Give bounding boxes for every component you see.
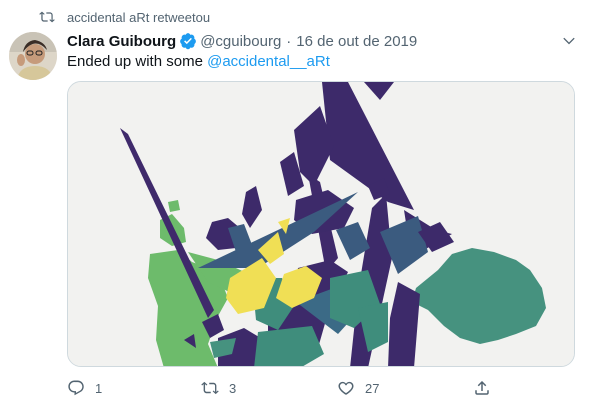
abstract-art-image (68, 82, 574, 366)
retweet-icon (201, 381, 219, 395)
reply-button[interactable]: 1 (67, 377, 102, 399)
tweet-card[interactable]: accidental aRt retweetou Clara Guibourg … (0, 0, 591, 413)
author-handle[interactable]: @cguibourg (200, 33, 281, 50)
retweet-text[interactable]: accidental aRt retweetou (67, 10, 210, 25)
chevron-down-icon[interactable] (561, 33, 577, 49)
share-icon (475, 380, 489, 395)
retweet-button[interactable]: 3 (201, 377, 236, 399)
heart-icon (338, 381, 354, 395)
verified-badge-icon (180, 33, 197, 50)
reply-icon (68, 380, 84, 396)
avatar[interactable] (9, 32, 57, 80)
like-count: 27 (365, 380, 380, 396)
retweet-indicator: accidental aRt retweetou (39, 8, 210, 26)
share-button[interactable] (473, 377, 501, 399)
retweet-icon (39, 11, 55, 23)
retweet-count: 3 (229, 380, 237, 396)
mention-link[interactable]: @accidental__aRt (207, 53, 330, 70)
tweet-header: Clara Guibourg @cguibourg · 16 de out de… (67, 31, 581, 51)
tweet-text-prefix: Ended up with some (67, 53, 208, 70)
separator-dot: · (286, 32, 292, 50)
like-button[interactable]: 27 (337, 377, 379, 399)
tweet-actions: 1 3 27 (67, 377, 591, 399)
tweet-text: Ended up with some @accidental__aRt (67, 52, 330, 72)
tweet-media-image[interactable] (67, 81, 575, 367)
tweet-date[interactable]: 16 de out de 2019 (296, 33, 417, 50)
reply-count: 1 (95, 380, 103, 396)
author-name[interactable]: Clara Guibourg (67, 33, 176, 50)
